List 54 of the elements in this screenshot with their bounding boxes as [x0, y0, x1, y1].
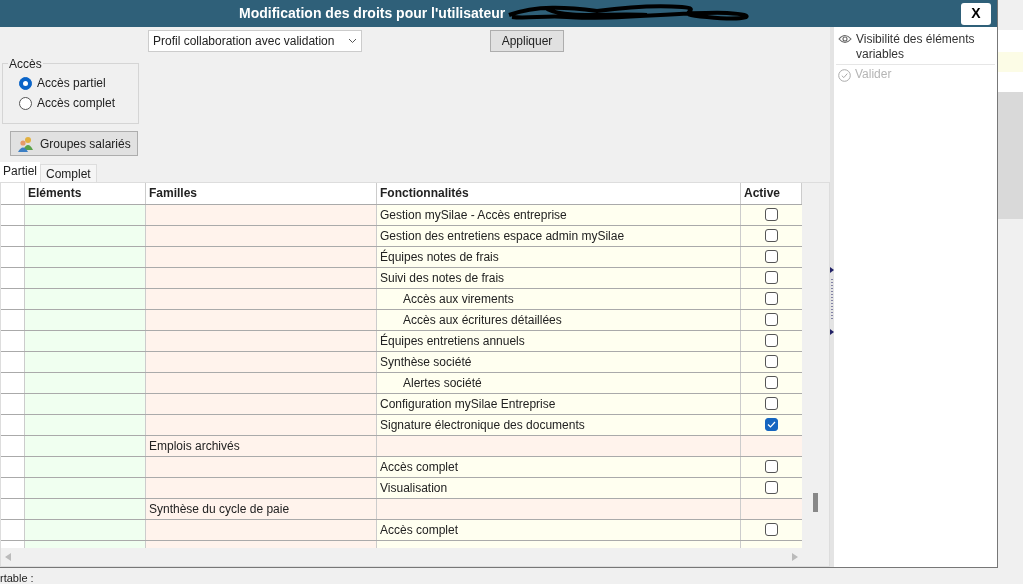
checkbox[interactable] — [765, 481, 778, 495]
checkbox[interactable] — [765, 229, 778, 243]
tab[interactable]: Complet — [40, 164, 97, 182]
field-label: rtable : — [0, 573, 34, 584]
table-cell: Accès complet — [377, 457, 741, 477]
scrollbar-thumb[interactable] — [813, 493, 818, 512]
checkbox[interactable] — [765, 418, 778, 432]
checkbox[interactable] — [765, 376, 778, 390]
table-cell: Visualisation — [377, 478, 741, 498]
chevron-down-icon — [348, 37, 357, 44]
window-title: Modification des droits pour l'utilisateur — [239, 4, 506, 23]
close-button[interactable]: X — [961, 2, 991, 25]
table-cell: Accès aux écritures détaillées — [377, 310, 741, 330]
checkbox[interactable] — [765, 334, 778, 348]
radio-button[interactable] — [19, 96, 32, 110]
table-cell: Gestion mySilae - Accès entreprise — [377, 205, 741, 225]
panel-action[interactable]: Visibilité des éléments variables — [836, 30, 995, 65]
checkbox[interactable] — [765, 523, 778, 537]
table-cell: Synthèse société — [377, 352, 741, 372]
people-icon — [17, 135, 35, 152]
table-cell: Alertes société — [377, 373, 741, 393]
checkbox[interactable] — [765, 313, 778, 327]
radio-option[interactable]: Accès complet — [19, 94, 138, 113]
checkbox[interactable] — [765, 250, 778, 264]
checkbox[interactable] — [765, 460, 778, 474]
checkbox[interactable] — [765, 271, 778, 285]
checkbox[interactable] — [765, 292, 778, 306]
checkbox[interactable] — [765, 397, 778, 411]
column-header: Fonctionnalités — [377, 183, 741, 204]
column-header: Familles — [146, 183, 377, 204]
column-header: Eléments — [25, 183, 146, 204]
apply-button[interactable]: Appliquer — [490, 29, 564, 52]
radio-button[interactable] — [19, 76, 32, 90]
table-cell: Équipes entretiens annuels — [377, 331, 741, 351]
check-circle-icon — [838, 69, 851, 82]
splitter-grip-icon[interactable] — [830, 267, 834, 335]
table-cell: Emplois archivés — [146, 436, 377, 456]
check-icon — [767, 421, 776, 429]
eye-icon — [838, 34, 852, 44]
employee-groups-button[interactable]: Groupes salariés — [10, 131, 138, 156]
tab[interactable]: Partiel — [0, 162, 40, 182]
radio-option[interactable]: Accès partiel — [19, 74, 138, 93]
table-cell: Synthèse du cycle de paie — [146, 499, 377, 519]
table-cell: Équipes notes de frais — [377, 247, 741, 267]
checkbox[interactable] — [765, 208, 778, 222]
table-cell: Signature électronique des documents — [377, 415, 741, 435]
checkbox[interactable] — [765, 355, 778, 369]
column-header: Active — [741, 183, 802, 204]
table-cell: Gestion des entretiens espace admin mySilae — [377, 226, 741, 246]
profile-dropdown[interactable]: Profil collaboration avec validation — [148, 29, 362, 52]
table-cell: Configuration mySilae Entreprise — [377, 394, 741, 414]
table-cell: Accès aux virements — [377, 289, 741, 309]
table-cell: Suivi des notes de frais — [377, 268, 741, 288]
table-cell: Accès complet — [377, 520, 741, 540]
